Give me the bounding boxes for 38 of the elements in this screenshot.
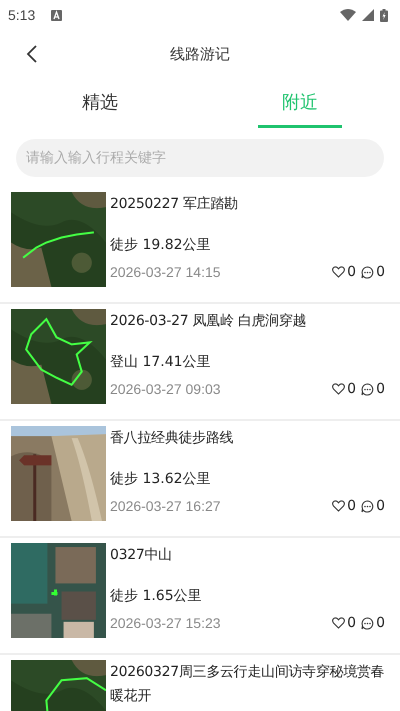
heart-icon[interactable] (332, 266, 346, 278)
status-time: 5:13 (8, 7, 36, 23)
page-title: 线路游记 (170, 44, 230, 64)
comment-icon[interactable] (361, 382, 374, 396)
trip-date: 2026-03-27 09:03 (110, 381, 221, 397)
trip-date: 2026-03-27 16:27 (110, 498, 221, 514)
comment-icon[interactable] (361, 616, 374, 630)
wifi-icon (340, 9, 356, 21)
trip-date: 2026-03-27 15:23 (110, 615, 221, 631)
like-count: 0 (347, 381, 356, 397)
trip-distance: 登山 17.41公里 (110, 353, 212, 371)
comment-count: 0 (376, 264, 385, 280)
heart-icon[interactable] (332, 383, 346, 395)
trip-distance: 徒步 13.62公里 (110, 470, 212, 488)
like-count: 0 (347, 264, 356, 280)
notification-icon (51, 10, 62, 20)
trip-distance: 徒步 19.82公里 (110, 236, 212, 254)
trip-title[interactable]: 2026-03-27 凤凰岭 白虎涧穿越 (110, 309, 388, 333)
back-icon[interactable] (26, 44, 38, 64)
trip-title[interactable]: 香八拉经典徒步路线 (110, 426, 388, 450)
battery-icon (380, 8, 388, 22)
comment-icon[interactable] (361, 266, 374, 278)
comment-icon[interactable] (361, 500, 374, 512)
trip-title[interactable]: 0327中山 (110, 543, 388, 567)
trip-title[interactable]: 20260327周三多云行走山间访寺穿秘境赏春暖花开 (110, 660, 388, 708)
heart-icon[interactable] (332, 617, 346, 629)
tab[interactable]: 精选 (58, 78, 142, 128)
trip-date: 2026-03-27 14:15 (110, 264, 221, 280)
signal-icon (362, 9, 374, 21)
heart-icon[interactable] (332, 500, 346, 512)
comment-count: 0 (376, 498, 385, 514)
search-field[interactable]: 请输入输入行程关键字 (16, 139, 384, 177)
trip-distance: 徒步 1.65公里 (110, 587, 203, 605)
like-count: 0 (347, 498, 356, 514)
like-count: 0 (347, 615, 356, 631)
trip-title[interactable]: 20250227 军庄踏勘 (110, 192, 388, 216)
comment-count: 0 (376, 381, 385, 397)
comment-count: 0 (376, 615, 385, 631)
